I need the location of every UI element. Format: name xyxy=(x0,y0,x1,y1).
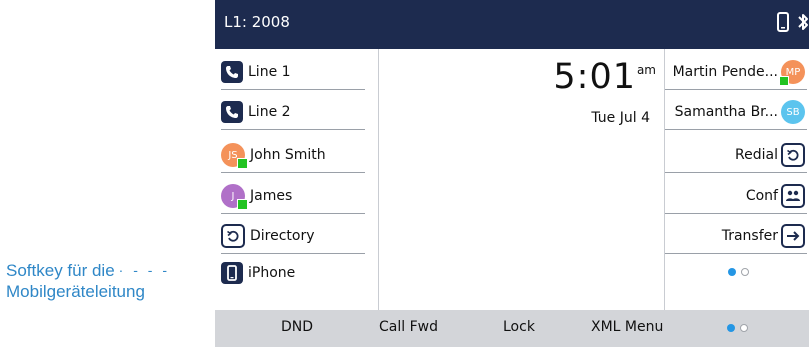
transfer-icon xyxy=(781,224,805,248)
avatar-martin-pende: MP xyxy=(779,60,805,86)
phone-icon xyxy=(221,61,243,83)
bluetooth-icon xyxy=(797,12,809,36)
softkey-callout: Softkey für die · - - - Mobilgeräteleitu… xyxy=(6,260,216,302)
softkey-line-2[interactable]: Line 2 xyxy=(221,95,365,130)
status-bar: L1: 2008 xyxy=(215,0,809,49)
right-softkey-column: Martin Pende... MP Samantha Br... SB Red… xyxy=(664,49,809,310)
presence-indicator xyxy=(237,158,248,169)
bottom-softkey-bar: DND Call Fwd Lock XML Menu xyxy=(215,310,809,347)
callout-line-1: Softkey für die xyxy=(6,261,115,280)
martin-pende-label: Martin Pende... xyxy=(672,64,778,80)
clock-time: 5:01 xyxy=(553,57,636,97)
softkey-xml-menu[interactable]: XML Menu xyxy=(591,319,663,335)
softkey-john-smith[interactable]: JS John Smith xyxy=(221,138,365,173)
redial-label: Redial xyxy=(735,147,778,163)
softkey-redial[interactable]: Redial xyxy=(665,138,807,173)
softkey-lock[interactable]: Lock xyxy=(503,319,535,335)
phone-icon xyxy=(221,101,243,123)
callout-line-2: Mobilgeräteleitung xyxy=(6,282,145,301)
conf-label: Conf xyxy=(745,188,778,204)
softkey-iphone[interactable]: iPhone xyxy=(221,256,365,290)
idle-clock-area: 5:01 am Tue Jul 4 xyxy=(379,49,664,310)
softkey-dnd[interactable]: DND xyxy=(281,319,313,335)
avatar-samantha-br: SB xyxy=(781,100,805,124)
page-dot-active xyxy=(728,268,736,276)
softkey-call-fwd[interactable]: Call Fwd xyxy=(379,319,438,335)
line-1-label: Line 1 xyxy=(248,64,291,80)
james-label: James xyxy=(250,188,293,204)
bottom-page-indicator[interactable] xyxy=(727,324,748,332)
softkey-directory[interactable]: Directory xyxy=(221,219,365,254)
mobile-icon xyxy=(221,262,243,284)
avatar-initials: J xyxy=(231,190,235,202)
softkey-line-1[interactable]: Line 1 xyxy=(221,55,365,90)
redial-icon xyxy=(781,143,805,167)
page-dot-active xyxy=(727,324,735,332)
right-page-indicator[interactable] xyxy=(728,268,749,276)
conference-icon xyxy=(781,184,805,208)
mobile-device-icon xyxy=(777,12,789,36)
samantha-br-label: Samantha Br... xyxy=(674,104,778,120)
line-status-title: L1: 2008 xyxy=(224,13,290,31)
line-2-label: Line 2 xyxy=(248,104,291,120)
left-softkey-column: Line 1 Line 2 JS John Smith J James Dire… xyxy=(215,49,379,310)
clock-ampm: am xyxy=(636,63,656,77)
john-smith-label: John Smith xyxy=(250,147,326,163)
page-dot-inactive xyxy=(740,324,748,332)
softkey-james[interactable]: J James xyxy=(221,179,365,214)
directory-icon xyxy=(221,224,245,248)
directory-label: Directory xyxy=(250,228,315,244)
avatar-initials: SB xyxy=(786,106,800,118)
softkey-martin-pende[interactable]: Martin Pende... MP xyxy=(665,55,807,90)
page-dot-inactive xyxy=(741,268,749,276)
softkey-transfer[interactable]: Transfer xyxy=(665,219,807,254)
avatar-john-smith: JS xyxy=(221,143,248,169)
presence-indicator xyxy=(237,199,248,210)
avatar-james: J xyxy=(221,184,248,210)
presence-indicator xyxy=(779,76,789,86)
iphone-label: iPhone xyxy=(248,265,296,281)
phone-screen: L1: 2008 Line 1 Line 2 JS John Smith J J… xyxy=(215,0,809,347)
transfer-label: Transfer xyxy=(721,228,778,244)
softkey-conf[interactable]: Conf xyxy=(665,179,807,214)
softkey-samantha-br[interactable]: Samantha Br... SB xyxy=(665,95,807,130)
clock-date: Tue Jul 4 xyxy=(591,110,650,126)
callout-leader-line: · - - - xyxy=(118,262,170,278)
